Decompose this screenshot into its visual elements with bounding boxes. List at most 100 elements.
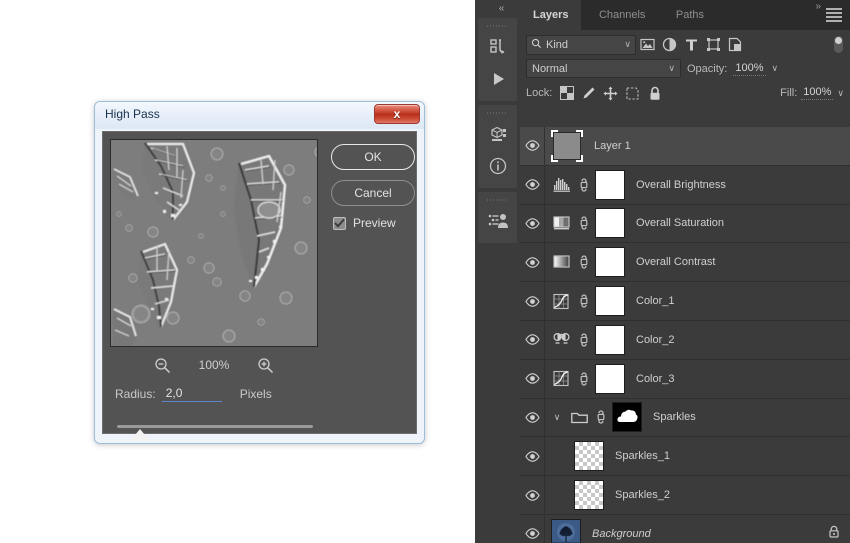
opacity-chevron-icon[interactable]: ∨ xyxy=(772,63,779,74)
dialog-title: High Pass xyxy=(105,107,160,121)
brightness-contrast-icon[interactable] xyxy=(551,247,573,277)
play-icon[interactable] xyxy=(478,63,517,95)
curves-icon[interactable] xyxy=(551,364,573,394)
eye-icon xyxy=(525,140,540,151)
opacity-value[interactable]: 100% xyxy=(733,62,765,76)
blend-mode-select[interactable]: Normal ∨ xyxy=(526,59,681,78)
zoom-out-icon[interactable] xyxy=(154,357,171,374)
layer-visibility-toggle[interactable] xyxy=(520,360,545,398)
dock-grip[interactable] xyxy=(487,109,508,116)
layer-mask-link-icon[interactable] xyxy=(578,293,590,309)
layer-row-layer-1[interactable]: Layer 1 xyxy=(520,127,850,166)
shape-layer-filter-icon[interactable] xyxy=(702,35,724,55)
adjustment-layer-filter-icon[interactable] xyxy=(658,35,680,55)
lock-image-pixels-icon[interactable] xyxy=(579,84,598,102)
group-expand-chevron-icon[interactable]: ∨ xyxy=(551,412,563,423)
preview-checkbox-box[interactable] xyxy=(333,217,346,230)
layer-mask-link-icon[interactable] xyxy=(578,371,590,387)
collapse-panels-button[interactable]: « xyxy=(487,2,515,16)
pixel-layer-filter-icon[interactable] xyxy=(636,35,658,55)
levels-icon[interactable] xyxy=(551,170,573,200)
layer-row-overall-contrast[interactable]: Overall Contrast xyxy=(520,243,850,282)
color-balance-icon[interactable] xyxy=(551,325,573,355)
layer-row-color-3[interactable]: Color_3 xyxy=(520,360,850,399)
filter-kind-label: Kind xyxy=(546,39,624,51)
fill-chevron-icon[interactable]: ∨ xyxy=(837,88,844,99)
lock-all-icon[interactable] xyxy=(645,84,664,102)
layer-thumbnail[interactable] xyxy=(551,519,581,543)
layer-thumbnail[interactable] xyxy=(595,325,625,355)
panel-menu-icon[interactable] xyxy=(826,8,842,22)
layer-thumbnail[interactable] xyxy=(612,402,642,432)
hue-saturation-icon xyxy=(553,215,571,232)
layer-thumbnail[interactable] xyxy=(574,441,604,471)
preview-checkbox[interactable]: Preview xyxy=(333,216,415,230)
close-icon[interactable]: x xyxy=(374,104,420,124)
dock-grip[interactable] xyxy=(487,22,508,29)
zoom-in-icon[interactable] xyxy=(257,357,274,374)
radius-units-label: Pixels xyxy=(240,387,272,401)
eye-icon xyxy=(525,257,540,268)
history-actions-icon[interactable] xyxy=(478,31,517,63)
layer-thumbnail[interactable] xyxy=(595,208,625,238)
layer-thumbnail[interactable] xyxy=(574,480,604,510)
smart-object-filter-icon[interactable] xyxy=(724,35,746,55)
layer-visibility-toggle[interactable] xyxy=(520,205,545,243)
layer-visibility-toggle[interactable] xyxy=(520,515,545,543)
layer-visibility-toggle[interactable] xyxy=(520,476,545,514)
layer-visibility-toggle[interactable] xyxy=(520,321,545,359)
layer-row-overall-saturation[interactable]: Overall Saturation xyxy=(520,205,850,244)
layer-row-color-1[interactable]: Color_1 xyxy=(520,282,850,321)
layer-mask-link-icon[interactable] xyxy=(595,409,607,425)
radius-input[interactable]: 2,0 xyxy=(162,386,222,402)
layer-row-sparkles-1[interactable]: Sparkles_1 xyxy=(520,437,850,476)
radius-label: Radius: xyxy=(115,387,156,401)
tab-channels[interactable]: Channels xyxy=(586,0,658,30)
layer-mask-link-icon[interactable] xyxy=(578,332,590,348)
layer-row-sparkles[interactable]: ∨Sparkles xyxy=(520,399,850,438)
filter-preview-image[interactable] xyxy=(110,139,318,347)
layer-mask-link-icon[interactable] xyxy=(578,177,590,193)
hue-saturation-icon[interactable] xyxy=(551,208,573,238)
slider-track[interactable] xyxy=(117,425,313,428)
ok-button[interactable]: OK xyxy=(331,144,415,170)
fill-value[interactable]: 100% xyxy=(801,86,833,100)
layer-visibility-toggle[interactable] xyxy=(520,127,545,165)
layer-thumbnail[interactable] xyxy=(595,170,625,200)
layer-row-background[interactable]: Background xyxy=(520,515,850,543)
lock-position-icon[interactable] xyxy=(601,84,620,102)
slider-handle[interactable] xyxy=(131,429,149,440)
layer-row-overall-brightness[interactable]: Overall Brightness xyxy=(520,166,850,205)
radius-slider[interactable] xyxy=(117,420,313,446)
curves-icon[interactable] xyxy=(551,286,573,316)
type-layer-filter-icon[interactable] xyxy=(680,35,702,55)
tab-paths[interactable]: Paths xyxy=(663,0,717,30)
3d-icon[interactable] xyxy=(478,118,517,150)
layer-thumbnail[interactable] xyxy=(595,364,625,394)
layer-visibility-toggle[interactable] xyxy=(520,437,545,475)
layer-visibility-toggle[interactable] xyxy=(520,282,545,320)
layers-list[interactable]: Layer 1Overall BrightnessOverall Saturat… xyxy=(520,127,850,543)
filter-kind-select[interactable]: Kind ∨ xyxy=(526,35,636,55)
filter-enable-toggle[interactable] xyxy=(832,35,844,55)
layer-thumbnail[interactable] xyxy=(595,286,625,316)
adjustments-person-icon[interactable] xyxy=(478,205,517,237)
layer-row-sparkles-2[interactable]: Sparkles_2 xyxy=(520,476,850,515)
layer-thumbnail[interactable] xyxy=(551,130,583,162)
lock-artboard-icon[interactable] xyxy=(623,84,642,102)
layer-visibility-toggle[interactable] xyxy=(520,243,545,281)
info-icon[interactable] xyxy=(478,150,517,182)
dialog-titlebar[interactable]: High Pass x xyxy=(95,102,424,129)
layer-row-color-2[interactable]: Color_2 xyxy=(520,321,850,360)
layer-mask-link-icon[interactable] xyxy=(578,254,590,270)
lock-transparency-icon[interactable] xyxy=(557,84,576,102)
layer-visibility-toggle[interactable] xyxy=(520,166,545,204)
opacity-label: Opacity: xyxy=(687,63,727,75)
layer-thumbnail[interactable] xyxy=(595,247,625,277)
tab-layers[interactable]: Layers xyxy=(520,0,581,30)
expand-panels-button[interactable]: » xyxy=(815,1,820,12)
layer-visibility-toggle[interactable] xyxy=(520,399,545,437)
dock-grip[interactable] xyxy=(487,196,508,203)
layer-mask-link-icon[interactable] xyxy=(578,215,590,231)
cancel-button[interactable]: Cancel xyxy=(331,180,415,206)
